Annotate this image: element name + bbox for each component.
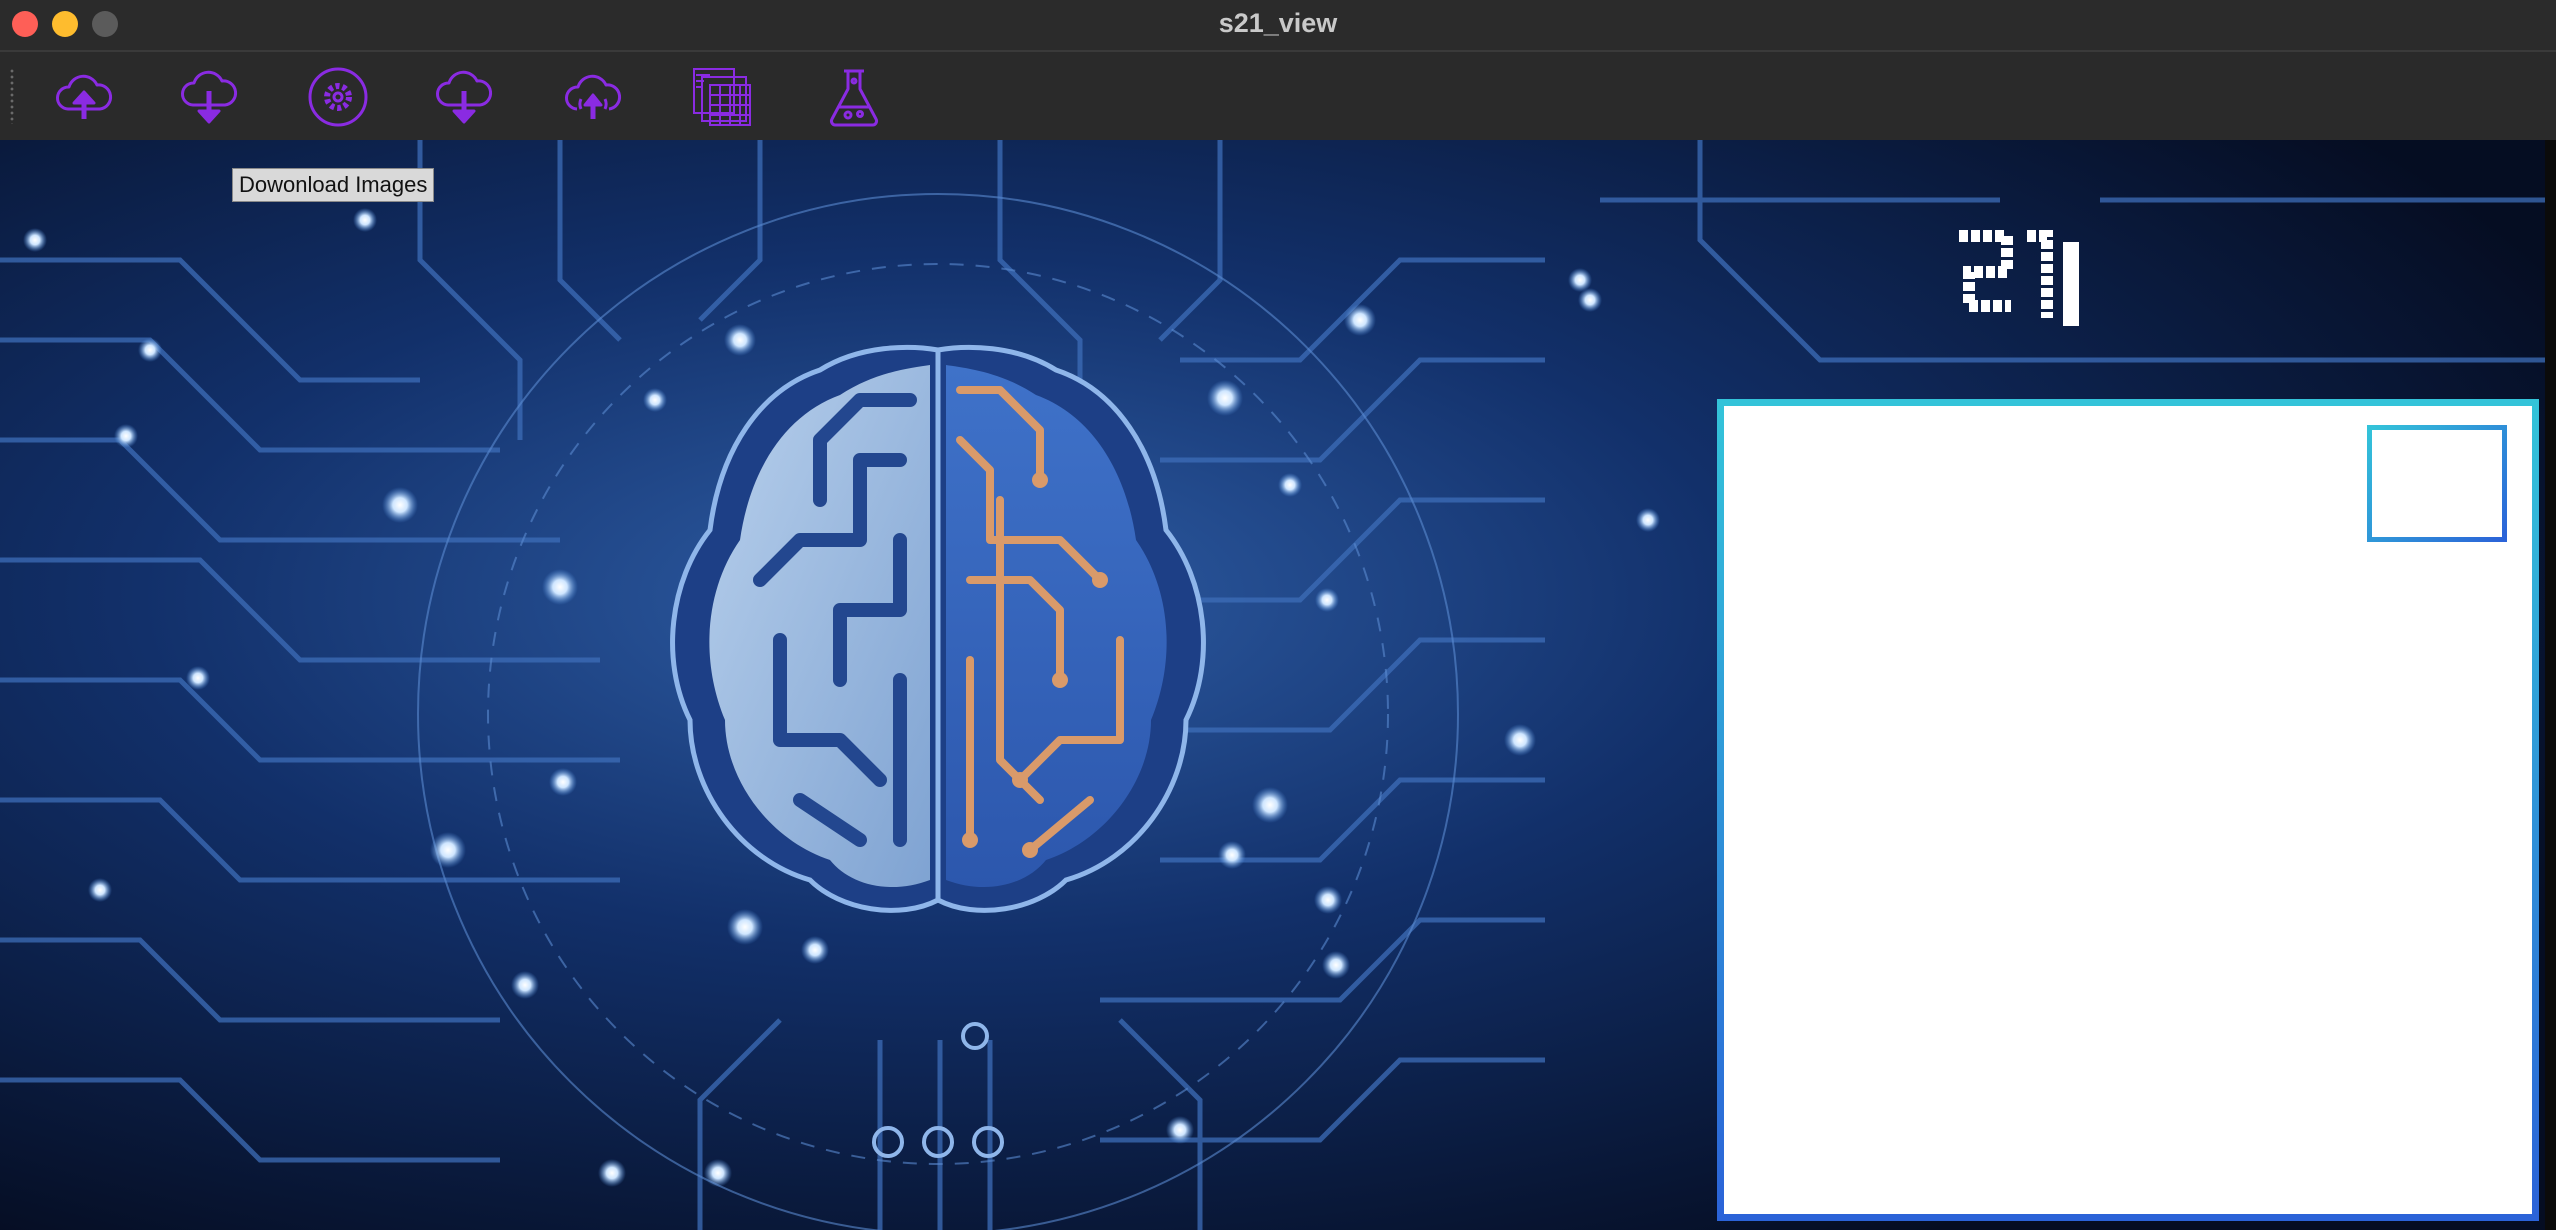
cloud-upload-icon	[56, 74, 113, 119]
download-button[interactable]	[428, 61, 500, 133]
gear-circle-icon	[308, 67, 368, 127]
brain-illustration	[670, 344, 1206, 913]
school21-logo	[1955, 222, 2085, 337]
dataset-button[interactable]	[686, 61, 758, 133]
cloud-download-icon	[436, 70, 493, 124]
cloud-sync-upload-icon	[565, 74, 622, 119]
flask-icon	[829, 69, 879, 127]
window-edge	[2545, 140, 2556, 1230]
app-window: s21_view Dowonload Images	[0, 0, 2556, 1230]
download-images-button[interactable]	[173, 61, 245, 133]
canvas-minimap[interactable]	[2367, 425, 2507, 542]
dataset-grid-icon	[693, 68, 751, 126]
settings-button[interactable]	[302, 61, 374, 133]
toolbar: Dowonload Images	[0, 52, 2556, 202]
window-title: s21_view	[1218, 8, 1338, 38]
cloud-download-icon	[181, 70, 238, 124]
main-view	[0, 140, 2545, 1230]
toolbar-tooltip: Dowonload Images	[232, 168, 435, 202]
title-bar: s21_view	[0, 0, 2556, 52]
toolbar-grip-handle[interactable]	[10, 68, 14, 124]
experiment-button[interactable]	[818, 61, 890, 133]
image-canvas-panel[interactable]	[1717, 399, 2539, 1221]
sync-upload-button[interactable]	[557, 61, 629, 133]
upload-button[interactable]	[48, 61, 120, 133]
